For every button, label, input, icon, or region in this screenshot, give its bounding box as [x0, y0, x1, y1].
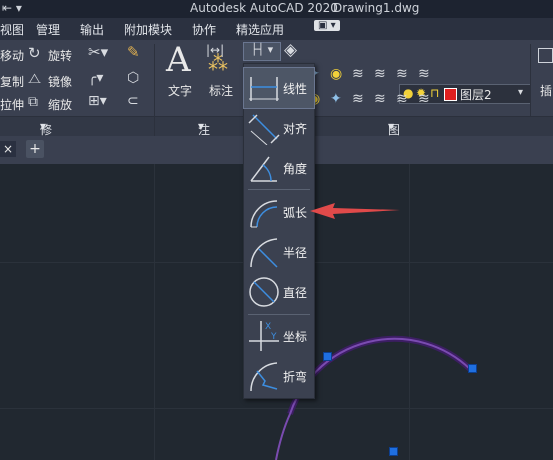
close-tab-icon[interactable]: × — [0, 141, 16, 157]
jogged-dim-icon — [250, 362, 278, 392]
insert-icon[interactable] — [538, 48, 553, 63]
dimension-dropdown-menu: 线性 对齐 角度 弧长 半径 直径 X Y 坐标 折弯 — [243, 63, 315, 399]
layers-panel-label[interactable]: 图层 ▾ — [388, 119, 400, 154]
menu-item-diameter[interactable]: 直径 — [244, 272, 314, 312]
linear-label: 线性 — [283, 82, 308, 96]
erase-icon[interactable]: ✎ — [127, 45, 140, 60]
arc[interactable] — [289, 337, 471, 415]
layer-tool-3-icon[interactable]: ≋ — [352, 67, 364, 81]
lock-icon: ⊓ — [430, 86, 440, 100]
file-title: Drawing1.dwg — [333, 1, 420, 15]
menu-item-radius[interactable]: 半径 — [244, 232, 314, 272]
radius-label: 半径 — [283, 246, 308, 260]
menu-item-arc-length[interactable]: 弧长 — [244, 192, 314, 232]
menu-featured-apps[interactable]: 精选应用 — [236, 21, 284, 38]
array-icon[interactable]: ⊞▾ — [88, 94, 107, 108]
layer-tool-6-icon[interactable]: ≋ — [418, 67, 430, 81]
ordinate-label: 坐标 — [283, 330, 308, 344]
aligned-dim-icon — [248, 114, 280, 145]
fillet-icon[interactable]: ╭▾ — [88, 71, 103, 85]
quick-access-arrow-icon[interactable]: ⇤ ▾ — [2, 1, 22, 15]
menu-output[interactable]: 输出 — [80, 21, 104, 38]
dimension-dropdown-button[interactable]: ├┤ ▾ — [243, 42, 281, 61]
scale-label[interactable]: 缩放 — [48, 96, 72, 113]
menu-item-aligned[interactable]: 对齐 — [244, 108, 314, 148]
diameter-label: 直径 — [283, 286, 308, 300]
rotate-icon[interactable]: ↻ — [28, 46, 41, 61]
layer-tool-5-icon[interactable]: ≋ — [396, 67, 408, 81]
copy-label[interactable]: 复制 — [0, 73, 24, 90]
grip-end[interactable] — [468, 364, 477, 373]
layer-tool-8-icon[interactable]: ✦ — [330, 92, 342, 106]
layer-tool-12-icon[interactable]: ≋ — [418, 92, 430, 106]
layer-tool-9-icon[interactable]: ≋ — [352, 92, 364, 106]
move-label[interactable]: 移动 — [0, 47, 24, 64]
app-title: Autodesk AutoCAD 2020 — [190, 1, 338, 15]
trim-icon[interactable]: ✂▾ — [88, 45, 108, 60]
layer-properties-icon[interactable]: ◈ — [284, 42, 297, 59]
menu-item-angular[interactable]: 角度 — [244, 148, 314, 188]
scale-icon[interactable]: ⧉ — [28, 95, 38, 109]
radius-dim-icon — [250, 238, 278, 268]
dimension-icon[interactable]: ⁂ — [208, 53, 228, 73]
grip-center[interactable] — [389, 447, 398, 456]
linear-dim-icon — [249, 77, 279, 101]
menu-bar: 视图 管理 输出 附加模块 协作 精选应用 ▣ ▾ — [0, 18, 553, 41]
svg-text:X: X — [265, 322, 271, 332]
linear-dim-small-icon[interactable]: |↔| — [206, 43, 224, 57]
menu-manage[interactable]: 管理 — [36, 21, 60, 38]
mirror-icon[interactable]: ⧍ — [28, 72, 41, 86]
jogged-label: 折弯 — [283, 370, 308, 384]
current-layer-name: 图层2 — [460, 88, 492, 102]
chevron-down-icon: ▾ — [518, 87, 524, 98]
text-icon[interactable]: A — [166, 42, 191, 78]
arc-length-dim-icon — [250, 200, 278, 228]
layer-tool-4-icon[interactable]: ≋ — [374, 67, 386, 81]
arc-length-label: 弧长 — [283, 206, 308, 220]
menu-item-linear[interactable]: 线性 — [243, 67, 315, 109]
title-bar: ⇤ ▾ Autodesk AutoCAD 2020 Drawing1.dwg — [0, 0, 553, 18]
annotation-panel-label[interactable]: 注释 ▾ — [198, 119, 210, 154]
arc-continuation — [275, 413, 291, 460]
layer-tool-11-icon[interactable]: ≋ — [396, 92, 408, 106]
menu-item-ordinate[interactable]: X Y 坐标 — [244, 316, 314, 356]
layer-tool-2-icon[interactable]: ◉ — [330, 67, 342, 81]
svg-text:Y: Y — [270, 332, 277, 342]
stretch-label[interactable]: 拉伸 — [0, 96, 24, 113]
mirror-label[interactable]: 镜像 — [48, 73, 72, 90]
diameter-dim-icon — [249, 277, 279, 307]
menu-addins[interactable]: 附加模块 — [124, 21, 172, 38]
insert-label[interactable]: 插 — [540, 82, 552, 99]
aligned-label: 对齐 — [283, 122, 308, 136]
angular-label: 角度 — [283, 162, 308, 176]
dimension-label[interactable]: 标注 — [209, 82, 233, 99]
menu-collaborate[interactable]: 协作 — [192, 21, 216, 38]
rotate-label[interactable]: 旋转 — [48, 47, 72, 64]
text-label[interactable]: 文字 — [168, 82, 192, 99]
offset-icon[interactable]: ⊂ — [127, 94, 139, 108]
ribbon-toggle-icon[interactable]: ▣ ▾ — [314, 20, 340, 31]
layer-color-swatch — [444, 88, 457, 101]
new-tab-button[interactable]: + — [26, 140, 44, 158]
grip-start[interactable] — [323, 352, 332, 361]
modify-panel-label[interactable]: 修改 ▾ — [40, 119, 52, 154]
ordinate-dim-icon: X Y — [249, 321, 279, 351]
3d-box-icon[interactable]: ⬡ — [127, 71, 139, 85]
menu-item-jogged[interactable]: 折弯 — [244, 356, 314, 396]
layer-tool-10-icon[interactable]: ≋ — [374, 92, 386, 106]
angular-dim-icon — [250, 156, 277, 182]
menu-view[interactable]: 视图 — [0, 21, 24, 38]
